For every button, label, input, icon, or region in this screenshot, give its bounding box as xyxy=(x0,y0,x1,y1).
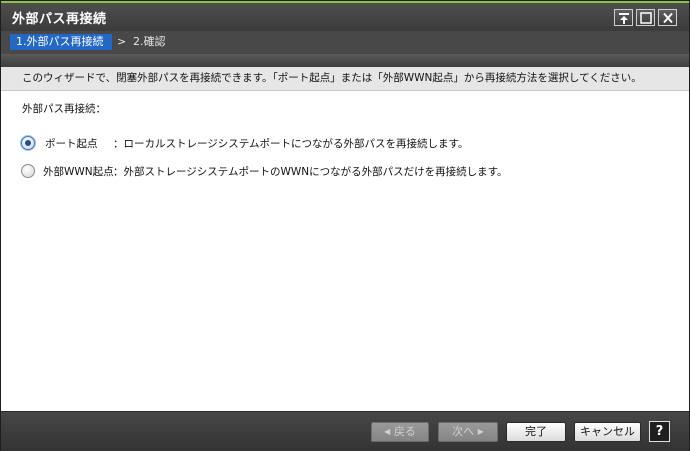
pin-button[interactable] xyxy=(614,9,633,26)
back-button-label: 戻る xyxy=(393,425,416,438)
cancel-button-label: キャンセル xyxy=(580,425,635,438)
title-bar: 外部パス再接続 xyxy=(1,1,689,31)
step-next: 2.確認 xyxy=(133,35,166,48)
radio-wwn-origin[interactable] xyxy=(21,164,35,178)
help-button[interactable]: ? xyxy=(649,421,670,442)
option-port-origin-label[interactable]: ポート起点 xyxy=(45,136,98,151)
wizard-steps: 1.外部パス再接続 > 2.確認 xyxy=(1,31,689,54)
close-icon xyxy=(663,12,673,24)
wizard-content: このウィザードで、閉塞外部パスを再接続できます。「ポート起点」または「外部WWN… xyxy=(1,67,689,411)
window-title: 外部パス再接続 xyxy=(12,12,107,27)
cancel-button[interactable]: キャンセル xyxy=(574,422,641,442)
instruction-text: このウィザードで、閉塞外部パスを再接続できます。「ポート起点」または「外部WWN… xyxy=(1,67,689,91)
option-port-origin-description: ：ローカルストレージシステムポートにつながる外部パスを再接続します。 xyxy=(113,138,469,150)
next-arrow-icon: ▶ xyxy=(477,427,484,436)
finish-button-label: 完了 xyxy=(525,425,547,438)
section-label: 外部パス再接続： xyxy=(22,103,106,115)
option-wwn-origin-label[interactable]: 外部WWN起点 xyxy=(43,164,114,179)
maximize-icon xyxy=(640,12,652,24)
wizard-footer: ◀ 戻る 次へ ▶ 完了 キャンセル ? xyxy=(1,411,689,451)
radio-port-origin[interactable] xyxy=(21,136,35,150)
option-wwn-origin-description: ：外部ストレージシステムポートのWWNにつながる外部パスだけを再接続します。 xyxy=(113,166,508,178)
back-arrow-icon: ◀ xyxy=(384,427,391,436)
next-button[interactable]: 次へ ▶ xyxy=(438,422,498,442)
maximize-button[interactable] xyxy=(636,9,655,26)
header-divider xyxy=(1,54,689,67)
close-button[interactable] xyxy=(658,9,677,26)
wizard-window: 外部パス再接続 1.外部パス再接続 > 2.確認 このウィザードで、閉塞外部パス… xyxy=(0,0,690,451)
help-icon: ? xyxy=(655,424,664,439)
step-separator: > xyxy=(117,35,127,48)
finish-button[interactable]: 完了 xyxy=(506,422,566,442)
back-button[interactable]: ◀ 戻る xyxy=(371,422,429,442)
next-button-label: 次へ xyxy=(452,425,475,438)
pin-icon xyxy=(619,13,629,24)
step-current: 1.外部パス再接続 xyxy=(10,34,112,50)
